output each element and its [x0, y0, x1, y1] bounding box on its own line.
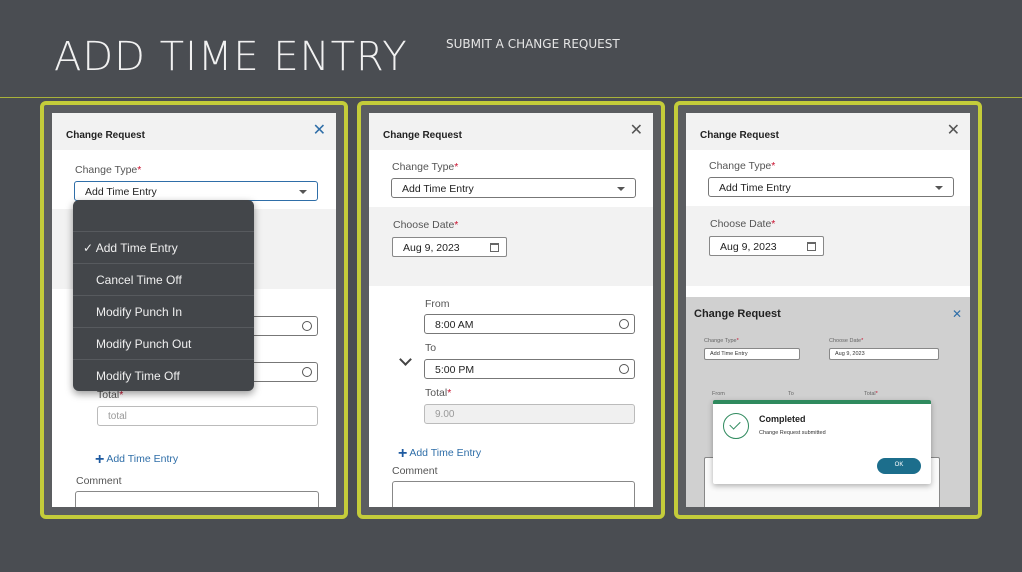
- dialog-header: Change Request ✕: [686, 113, 970, 150]
- preview-total-label: Total*: [864, 391, 878, 397]
- preview-change-type-label: Change Type*: [704, 338, 739, 344]
- dropdown-item-modify-punch-out[interactable]: Modify Punch Out: [73, 327, 254, 359]
- total-input[interactable]: total: [97, 406, 318, 426]
- chevron-down-icon: [617, 187, 625, 191]
- choose-date-label: Choose Date*: [710, 218, 776, 230]
- plus-icon: +: [398, 445, 408, 462]
- toast-message: Change Request submitted: [759, 430, 826, 436]
- screen-1-frame: Change Request ✕ Change Type* Add Time E…: [40, 101, 348, 519]
- dialog-preview-overlay: Change Request ✕ Change Type* Add Time E…: [686, 297, 970, 507]
- close-icon[interactable]: ✕: [313, 122, 326, 140]
- screen-2-frame: Change Request ✕ Change Type* Add Time E…: [357, 101, 665, 519]
- chevron-down-icon: [299, 190, 307, 194]
- clock-icon: [302, 321, 312, 331]
- from-time-input[interactable]: 8:00 AM: [424, 314, 635, 334]
- chevron-down-icon[interactable]: [399, 353, 412, 366]
- preview-change-type-select: Add Time Entry: [704, 348, 800, 360]
- dialog-header: Change Request ✕: [369, 113, 653, 150]
- change-type-label: Change Type*: [392, 161, 459, 173]
- comment-textarea[interactable]: [392, 481, 635, 507]
- dialog-title: Change Request: [383, 130, 462, 141]
- dropdown-item-modify-punch-in[interactable]: Modify Punch In: [73, 295, 254, 327]
- preview-to-label: To: [788, 391, 794, 397]
- date-section: Choose Date* Aug 9, 2023: [686, 206, 970, 286]
- change-request-dialog: Change Request ✕ Change Type* Add Time E…: [369, 113, 653, 507]
- change-type-select[interactable]: Add Time Entry: [708, 177, 954, 197]
- change-request-dialog: Change Request ✕ Change Type* Add Time E…: [52, 113, 336, 507]
- total-label: Total*: [425, 387, 452, 399]
- dropdown-item-cancel-time-off[interactable]: Cancel Time Off: [73, 263, 254, 295]
- check-icon: [723, 413, 749, 439]
- dropdown-item-add-time-entry[interactable]: ✓ Add Time Entry: [73, 231, 254, 263]
- toast-title: Completed: [759, 414, 806, 424]
- dialog-header: Change Request ✕: [52, 113, 336, 150]
- choose-date-label: Choose Date*: [393, 219, 459, 231]
- calendar-icon: [490, 243, 499, 252]
- calendar-icon: [807, 242, 816, 251]
- from-label: From: [425, 298, 450, 310]
- comment-textarea[interactable]: [75, 491, 319, 507]
- total-input[interactable]: 9.00: [424, 404, 635, 424]
- page-title: ADD TIME ENTRY: [54, 34, 408, 80]
- preview-date-input: Aug 9, 2023: [829, 348, 939, 360]
- page-subtitle: SUBMIT A CHANGE REQUEST: [446, 37, 620, 51]
- date-section: Choose Date* Aug 9, 2023: [369, 207, 653, 286]
- to-label: To: [425, 342, 437, 354]
- change-type-select[interactable]: Add Time Entry: [391, 178, 636, 198]
- change-request-dialog: Change Request ✕ Change Type* Add Time E…: [686, 113, 970, 507]
- date-input[interactable]: Aug 9, 2023: [392, 237, 507, 257]
- completed-toast: Completed Change Request submitted OK: [713, 400, 931, 484]
- preview-from-label: From: [712, 391, 725, 397]
- chevron-down-icon: [935, 186, 943, 190]
- close-icon[interactable]: ✕: [630, 122, 643, 140]
- change-type-label: Change Type*: [709, 160, 776, 172]
- comment-label: Comment: [76, 475, 122, 487]
- date-input[interactable]: Aug 9, 2023: [709, 236, 824, 256]
- change-type-dropdown: ✓ Add Time Entry Cancel Time Off Modify …: [73, 200, 254, 391]
- preview-dialog-title: Change Request: [694, 308, 781, 320]
- clock-icon: [302, 367, 312, 377]
- change-type-label: Change Type*: [75, 164, 142, 176]
- change-type-select[interactable]: Add Time Entry: [74, 181, 318, 201]
- clock-icon: [619, 364, 629, 374]
- screen-3-frame: Change Request ✕ Change Type* Add Time E…: [674, 101, 982, 519]
- add-time-entry-link[interactable]: + Add Time Entry: [95, 451, 178, 469]
- ok-button[interactable]: OK: [877, 458, 921, 474]
- add-time-entry-link[interactable]: + Add Time Entry: [398, 445, 481, 463]
- dialog-title: Change Request: [66, 130, 145, 141]
- dropdown-item-modify-time-off[interactable]: Modify Time Off: [73, 359, 254, 391]
- clock-icon: [619, 319, 629, 329]
- plus-icon: +: [95, 451, 105, 468]
- to-time-input[interactable]: 5:00 PM: [424, 359, 635, 379]
- dialog-title: Change Request: [700, 130, 779, 141]
- close-icon[interactable]: ✕: [952, 305, 962, 323]
- close-icon[interactable]: ✕: [947, 122, 960, 140]
- comment-label: Comment: [392, 465, 438, 477]
- preview-choose-date-label: Choose Date*: [829, 338, 864, 344]
- header-divider: [0, 97, 1022, 98]
